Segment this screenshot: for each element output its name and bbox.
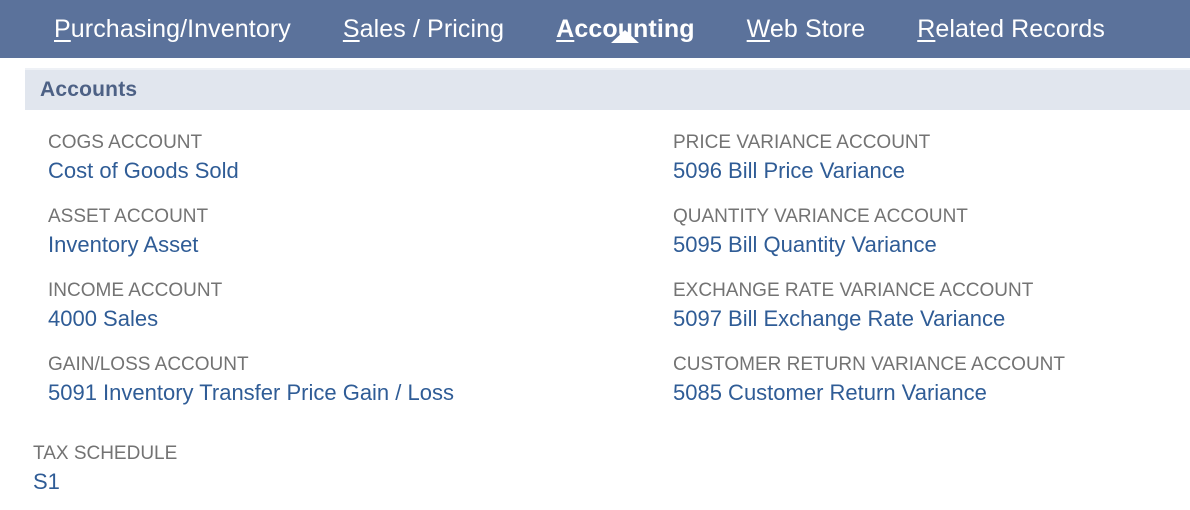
field-label: CUSTOMER RETURN VARIANCE ACCOUNT: [673, 354, 1065, 375]
field-value-link[interactable]: 5091 Inventory Transfer Price Gain / Los…: [48, 378, 648, 408]
fields-column-right: PRICE VARIANCE ACCOUNT 5096 Bill Price V…: [673, 130, 1183, 426]
tab-label-rest: urchasing/Inventory: [70, 14, 291, 43]
field-value-link[interactable]: Inventory Asset: [48, 230, 648, 260]
field-customer-return-variance-account: CUSTOMER RETURN VARIANCE ACCOUNT 5085 Cu…: [673, 352, 1183, 426]
field-income-account: INCOME ACCOUNT 4000 Sales: [48, 278, 648, 352]
tab-accesskey-letter: A: [556, 14, 575, 43]
field-label: EXCHANGE RATE VARIANCE ACCOUNT: [673, 280, 1034, 301]
field-label: ASSET ACCOUNT: [48, 206, 209, 227]
field-label: COGS ACCOUNT: [48, 132, 203, 153]
field-cogs-account: COGS ACCOUNT Cost of Goods Sold: [48, 130, 648, 204]
tab-web-store[interactable]: Web Store: [721, 14, 892, 43]
tab-label-rest: ales / Pricing: [359, 14, 505, 43]
field-value-link[interactable]: 5085 Customer Return Variance: [673, 378, 1183, 408]
tab-label-rest: elated Records: [935, 14, 1105, 43]
field-label: GAIN/LOSS ACCOUNT: [48, 354, 249, 375]
field-value-link[interactable]: 5097 Bill Exchange Rate Variance: [673, 304, 1183, 334]
tab-sales-pricing[interactable]: Sales / Pricing: [317, 14, 530, 43]
fields-column-left: COGS ACCOUNT Cost of Goods Sold ASSET AC…: [48, 130, 648, 426]
field-price-variance-account: PRICE VARIANCE ACCOUNT 5096 Bill Price V…: [673, 130, 1183, 204]
tab-accesskey-letter: S: [342, 14, 360, 43]
field-label: QUANTITY VARIANCE ACCOUNT: [673, 206, 968, 227]
field-exchange-rate-variance-account: EXCHANGE RATE VARIANCE ACCOUNT 5097 Bill…: [673, 278, 1183, 352]
tab-accesskey-letter: W: [746, 14, 770, 43]
field-value-link[interactable]: 5096 Bill Price Variance: [673, 156, 1183, 186]
tab-accesskey-letter: P: [54, 14, 71, 43]
tab-accesskey-letter: R: [917, 14, 936, 43]
active-tab-pointer-icon: [611, 29, 640, 43]
accounts-section-header: Accounts: [25, 68, 1190, 110]
field-gain-loss-account: GAIN/LOSS ACCOUNT 5091 Inventory Transfe…: [48, 352, 648, 426]
tab-accounting[interactable]: Accounting: [530, 14, 721, 43]
section-title: Accounts: [40, 78, 138, 101]
tab-purchasing-inventory[interactable]: Purchasing/Inventory: [28, 14, 317, 43]
tab-label-rest: eb Store: [769, 14, 866, 43]
field-label: PRICE VARIANCE ACCOUNT: [673, 132, 931, 153]
field-quantity-variance-account: QUANTITY VARIANCE ACCOUNT 5095 Bill Quan…: [673, 204, 1183, 278]
field-value-link[interactable]: 5095 Bill Quantity Variance: [673, 230, 1183, 260]
tab-related-records[interactable]: Related Records: [891, 14, 1131, 43]
field-asset-account: ASSET ACCOUNT Inventory Asset: [48, 204, 648, 278]
field-value-link[interactable]: Cost of Goods Sold: [48, 156, 648, 186]
field-label: TAX SCHEDULE: [33, 443, 178, 464]
field-value-link[interactable]: S1: [33, 467, 177, 497]
field-tax-schedule: TAX SCHEDULE S1: [33, 441, 177, 497]
tab-bar: Purchasing/Inventory Sales / Pricing Acc…: [0, 0, 1190, 58]
field-label: INCOME ACCOUNT: [48, 280, 223, 301]
field-value-link[interactable]: 4000 Sales: [48, 304, 648, 334]
